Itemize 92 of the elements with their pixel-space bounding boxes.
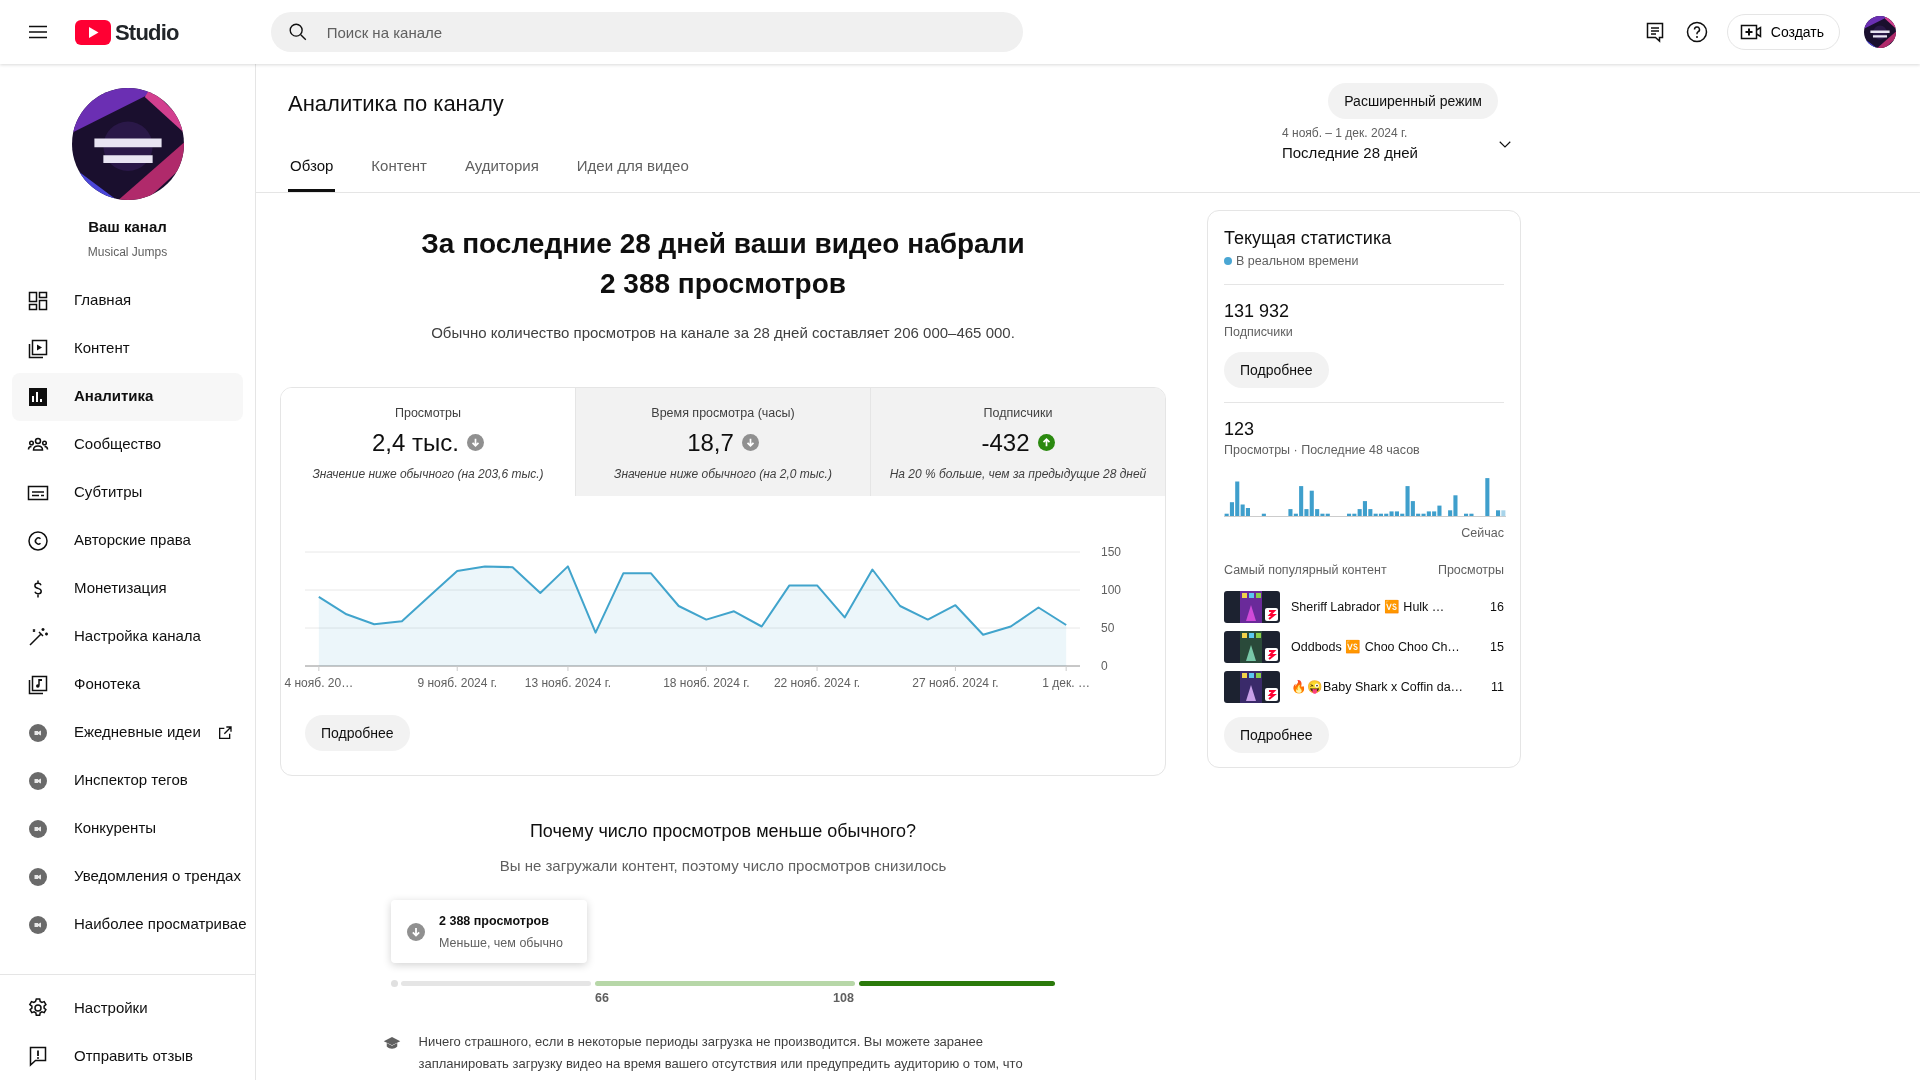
range-label: 108 <box>833 990 854 1007</box>
sidebar-item[interactable]: Контент <box>12 324 243 373</box>
sidebar-item[interactable]: Фонотека <box>12 660 243 709</box>
details-button[interactable]: Подробнее <box>305 715 410 751</box>
section-title: Почему число просмотров меньше обычного? <box>528 820 918 843</box>
live-label: В реальном времени <box>1236 252 1359 270</box>
summary-note: Обычно количество просмотров на канале за 28 дней составляет 206 000–465 000. <box>430 322 1016 343</box>
metric-value: 2,4 тыс. <box>372 427 459 458</box>
headline: За последние 28 дней ваши видео набрали <box>420 226 1026 261</box>
channel-label: Ваш канал <box>88 217 167 237</box>
tooltip-title: 2 388 просмотров <box>439 912 550 930</box>
subscriber-count: 131 932 <box>1224 300 1291 324</box>
help-button[interactable] <box>1684 20 1709 44</box>
range-label: 66 <box>595 990 609 1007</box>
page-title: Аналитика по каналу <box>288 90 505 118</box>
sidebar-item[interactable]: Инспектор тегов <box>12 756 243 805</box>
axis-label: 50 <box>1101 621 1115 635</box>
axis-label: 27 нояб. 2024 г. <box>912 676 999 690</box>
axis-label: 18 нояб. 2024 г. <box>663 676 750 690</box>
metric-label: Просмотры <box>393 405 463 422</box>
sidebar-item[interactable]: Конкуренты <box>12 804 243 853</box>
tooltip-subtitle: Меньше, чем обычно <box>439 935 563 953</box>
metric-value: 18,7 <box>687 427 734 458</box>
video-title[interactable]: Oddbods 🆚 Choo Choo Ch… <box>1291 637 1480 657</box>
metric-note: Значение ниже обычного (на 2,0 тыс.) <box>613 465 833 483</box>
advanced-mode-button[interactable]: Расширенный режим <box>1328 83 1498 119</box>
metric-note: Значение ниже обычного (на 203,6 тыс.) <box>311 465 545 483</box>
arrow-down-icon <box>407 923 425 942</box>
video-title[interactable]: 🔥😜Baby Shark x Coffin da… <box>1291 677 1480 697</box>
column-header: Просмотры <box>1437 561 1504 579</box>
logo-text: Studio <box>115 18 179 47</box>
view-count: 16 <box>1490 598 1504 616</box>
tab[interactable]: Обзор <box>288 142 336 192</box>
sidebar-item[interactable]: Настройка канала <box>12 612 243 661</box>
video-title[interactable]: Sheriff Labrador 🆚 Hulk … <box>1291 597 1480 617</box>
arrow-down-icon <box>466 434 484 452</box>
sidebar-item[interactable]: Отправить отзыв <box>12 1032 243 1080</box>
sidebar-item[interactable]: Аналитика <box>12 372 243 421</box>
date-range-dropdown[interactable]: 4 нояб. – 1 дек. 2024 г. Последние 28 дней <box>1282 124 1514 165</box>
axis-label: 22 нояб. 2024 г. <box>773 676 861 690</box>
sidebar-item[interactable]: Главная <box>12 276 243 325</box>
tab[interactable]: Аудитория <box>462 142 541 192</box>
period-text: Последние 28 дней <box>1282 143 1418 163</box>
metric-value: -432 <box>981 427 1030 458</box>
arrow-up-icon <box>1037 434 1055 452</box>
bar <box>1485 477 1490 516</box>
axis-label: 150 <box>1101 545 1122 559</box>
axis-label: 1 дек. … <box>1042 676 1090 690</box>
graduation-cap-icon <box>382 1034 401 1052</box>
advice-text: Ничего страшного, если в некоторые периоды загрузка не производится. Вы можете заранее запланировать загрузку видео на время вашего отсутствия или предупредить аудиторию о том, что <box>418 1033 1024 1073</box>
sidebar-item[interactable]: Монетизация <box>12 564 243 613</box>
live-dot <box>1224 256 1232 265</box>
sidebar-item[interactable]: Ежедневные идеи <box>12 708 243 757</box>
metric-tab[interactable]: Время просмотра (часы) 18,7 Значение ниже обычного (на 2,0 тыс.) <box>575 388 870 496</box>
axis-label: 9 нояб. 2024 г. <box>417 676 498 690</box>
metric-note: На 20 % больше, чем за предыдущие 28 дней <box>888 465 1148 483</box>
help-icon <box>1684 20 1709 44</box>
sidebar-item[interactable]: Субтитры <box>12 468 243 517</box>
stat-label: Просмотры · Последние 48 часов <box>1224 442 1421 459</box>
details-button[interactable]: Подробнее <box>1224 717 1329 754</box>
view-count: 15 <box>1490 638 1504 656</box>
metric-tab[interactable]: Подписчики -432 На 20 % больше, чем за предыдущие 28 дней <box>870 388 1165 496</box>
search-field[interactable]: Поиск на канале <box>270 12 1023 52</box>
arrow-down-icon <box>741 434 759 452</box>
details-button[interactable]: Подробнее <box>1224 352 1329 388</box>
axis-label: 0 <box>1101 659 1108 673</box>
view-count: 123 <box>1224 418 1256 441</box>
axis-label: 100 <box>1101 583 1122 597</box>
now-label: Сейчас <box>1460 524 1504 542</box>
metric-label: Время просмотра (часы) <box>650 405 796 422</box>
date-range-text: 4 нояб. – 1 дек. 2024 г. <box>1282 125 1409 142</box>
sidebar-item[interactable]: Настройки <box>12 984 243 1032</box>
sidebar-item[interactable]: Авторские права <box>12 516 243 565</box>
stat-label: Подписчики <box>1224 324 1294 342</box>
view-count: 11 <box>1491 678 1504 696</box>
tab[interactable]: Контент <box>369 142 429 192</box>
axis-label: 13 нояб. 2024 г. <box>524 676 612 690</box>
sidebar-item[interactable]: Сообщество <box>12 420 243 469</box>
axis-label: 4 нояб. 20… <box>284 676 354 690</box>
channel-name: Musical Jumps <box>87 243 168 261</box>
create-button[interactable]: Создать <box>1726 14 1840 50</box>
metric-label: Подписчики <box>982 405 1054 422</box>
card-title: Текущая статистика <box>1224 226 1393 250</box>
headline: 2 388 просмотров <box>598 266 848 301</box>
bar <box>1261 513 1266 516</box>
range-start-dot <box>391 980 398 987</box>
logo-icon <box>75 19 111 45</box>
column-header: Самый популярный контент <box>1224 561 1387 579</box>
copyright-icon <box>26 528 50 553</box>
section-subtitle: Вы не загружали контент, поэтому число просмотров снизилось <box>498 856 948 876</box>
tab[interactable]: Идеи для видео <box>574 142 691 192</box>
sidebar-item[interactable]: Уведомления о трендах <box>12 852 243 901</box>
